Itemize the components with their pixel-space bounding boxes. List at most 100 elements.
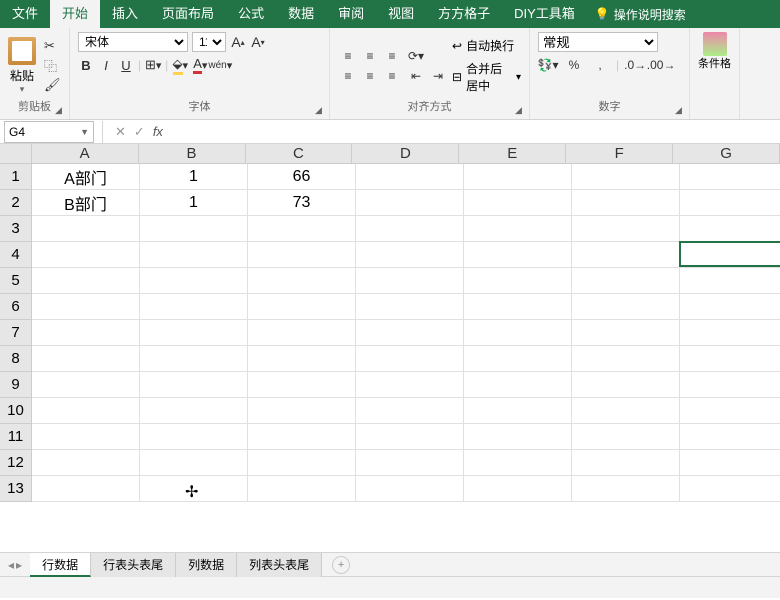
decrease-font-icon[interactable]: A▾ [250,33,266,51]
cell[interactable] [32,268,140,294]
cell[interactable]: 66 [248,164,356,190]
row-header[interactable]: 9 [0,372,32,398]
cell[interactable] [464,242,572,268]
cell[interactable] [572,268,680,294]
cell[interactable] [680,398,780,424]
cell[interactable] [464,398,572,424]
cell[interactable] [356,190,464,216]
cell[interactable] [248,372,356,398]
cell[interactable] [248,294,356,320]
menu-tab-6[interactable]: 审阅 [326,0,376,28]
cut-icon[interactable]: ✂ [44,38,61,54]
cell[interactable] [356,268,464,294]
decrease-decimal-icon[interactable]: .00→ [651,56,671,74]
menu-tab-7[interactable]: 视图 [376,0,426,28]
cell[interactable] [356,242,464,268]
cell[interactable] [356,398,464,424]
cell[interactable] [140,398,248,424]
name-box[interactable]: G4 ▼ [4,121,94,143]
merge-center-button[interactable]: ⊟合并后居中▾ [452,60,521,94]
cell[interactable] [464,320,572,346]
wrap-text-button[interactable]: ↩自动换行 [452,37,521,54]
cell[interactable] [464,450,572,476]
add-sheet-button[interactable]: + [332,556,350,574]
cell[interactable]: A部门 [32,164,140,190]
cell[interactable] [680,268,780,294]
cell[interactable] [680,190,780,216]
menu-tab-5[interactable]: 数据 [276,0,326,28]
row-header[interactable]: 3 [0,216,32,242]
border-icon[interactable]: ⊞▾ [145,56,161,74]
cell[interactable] [680,346,780,372]
cell[interactable] [32,320,140,346]
row-header[interactable]: 6 [0,294,32,320]
orientation-icon[interactable]: ⟳▾ [406,47,426,65]
cell[interactable] [680,242,780,268]
cell[interactable] [356,294,464,320]
cell[interactable] [140,346,248,372]
cell[interactable] [248,450,356,476]
cell[interactable] [32,216,140,242]
percent-icon[interactable]: % [564,56,584,74]
menu-tab-4[interactable]: 公式 [226,0,276,28]
row-header[interactable]: 11 [0,424,32,450]
align-bottom-icon[interactable]: ≡ [382,47,402,65]
cell[interactable] [248,268,356,294]
cell[interactable] [140,216,248,242]
cell[interactable] [572,294,680,320]
cell[interactable] [572,346,680,372]
cell[interactable] [32,294,140,320]
confirm-icon[interactable]: ✓ [134,124,145,140]
font-size-select[interactable]: 11 [192,32,226,52]
cell[interactable] [248,216,356,242]
row-header[interactable]: 10 [0,398,32,424]
cell[interactable] [356,476,464,502]
cell[interactable] [32,424,140,450]
cell[interactable] [140,476,248,502]
cell[interactable] [356,320,464,346]
tell-me-search[interactable]: 💡操作说明搜索 [595,6,686,23]
cell[interactable] [464,268,572,294]
menu-tab-3[interactable]: 页面布局 [150,0,226,28]
column-header[interactable]: A [32,144,139,164]
cell[interactable] [680,216,780,242]
cell[interactable] [32,450,140,476]
copy-icon[interactable]: ⿻ [44,56,61,75]
number-format-select[interactable]: 常规 [538,32,658,52]
row-header[interactable]: 5 [0,268,32,294]
menu-tab-9[interactable]: DIY工具箱 [502,0,587,28]
cell[interactable] [464,372,572,398]
cell[interactable] [248,398,356,424]
sheet-tab[interactable]: 列表头表尾 [237,553,322,577]
cell[interactable] [464,476,572,502]
cell[interactable] [356,346,464,372]
cell[interactable] [356,164,464,190]
cell[interactable] [464,424,572,450]
sheet-tab[interactable]: 行表头表尾 [91,553,176,577]
cell[interactable] [248,424,356,450]
cell[interactable] [32,476,140,502]
cell[interactable] [572,320,680,346]
cell[interactable] [680,450,780,476]
row-header[interactable]: 1 [0,164,32,190]
row-header[interactable]: 2 [0,190,32,216]
column-header[interactable]: F [566,144,673,164]
menu-tab-2[interactable]: 插入 [100,0,150,28]
menu-tab-1[interactable]: 开始 [50,0,100,28]
column-header[interactable]: C [246,144,353,164]
cell[interactable] [140,268,248,294]
fx-icon[interactable]: fx [153,124,163,139]
cell[interactable] [32,242,140,268]
sheet-nav-prev-icon[interactable]: ◂ [8,558,14,572]
cell[interactable] [680,372,780,398]
cell[interactable]: B部门 [32,190,140,216]
align-middle-icon[interactable]: ≡ [360,47,380,65]
format-painter-icon[interactable]: 🖌 [44,77,61,93]
italic-button[interactable]: I [98,56,114,74]
cell[interactable] [572,216,680,242]
menu-tab-8[interactable]: 方方格子 [426,0,502,28]
decrease-indent-icon[interactable]: ⇤ [406,67,426,85]
paste-button[interactable]: 粘贴 ▾ [8,37,36,95]
phonetic-icon[interactable]: wén▾ [212,56,228,74]
font-color-icon[interactable]: A▾ [192,56,208,74]
